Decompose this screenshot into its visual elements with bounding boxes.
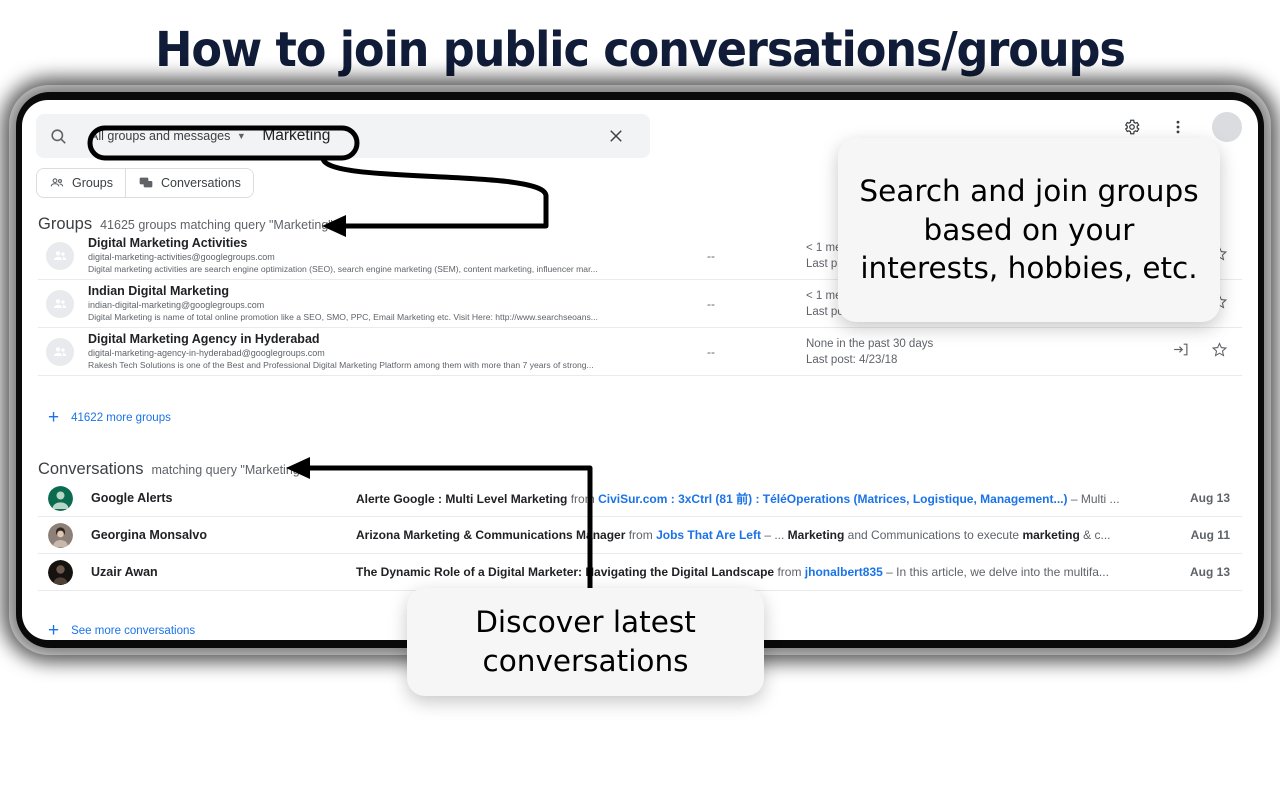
group-row-actions: [1134, 341, 1242, 363]
page-title: How to join public conversations/groups: [155, 22, 1126, 78]
star-outline-icon[interactable]: [1211, 341, 1228, 363]
conversations-section-header: Conversations matching query "Marketing": [38, 460, 304, 479]
group-member-count: --: [707, 248, 715, 263]
conversations-section-title: Conversations: [38, 460, 144, 478]
conversation-source-link[interactable]: CiviSur.com : 3xCtrl (81 前) : TéléOperat…: [598, 492, 1067, 506]
plus-icon: +: [48, 407, 60, 428]
search-bar[interactable]: All groups and messages ▼ Marketing: [36, 114, 650, 158]
conversation-from-word: from: [570, 491, 595, 506]
filter-pill-group: Groups Conversations: [36, 168, 254, 198]
avatar: [48, 522, 73, 548]
group-activity: None in the past 30 days Last post: 4/23…: [806, 336, 1134, 368]
conversation-from-word: from: [628, 528, 653, 542]
group-name: Digital Marketing Agency in Hyderabad: [88, 332, 320, 346]
conversation-preview: – ... Marketing and Communications to ex…: [764, 528, 1111, 542]
group-name: Digital Marketing Activities: [88, 236, 248, 250]
conversation-from-word: from: [777, 565, 802, 579]
search-scope-dropdown[interactable]: All groups and messages ▼: [80, 122, 254, 150]
group-avatar-icon: [46, 337, 74, 366]
group-name: Indian Digital Marketing: [88, 284, 229, 298]
list-item[interactable]: Uzair Awan The Dynamic Role of a Digital…: [38, 554, 1242, 591]
chat-icon: [138, 175, 154, 191]
group-email: digital-marketing-activities@googlegroup…: [88, 252, 275, 262]
conversation-sender: Uzair Awan: [91, 565, 158, 579]
people-icon: [49, 175, 65, 191]
conversation-source-link[interactable]: jhonalbert835: [805, 565, 883, 579]
more-groups-link[interactable]: + 41622 more groups: [48, 408, 171, 427]
conversation-subject: Arizona Marketing & Communications Manag…: [356, 528, 626, 542]
more-conversations-label: See more conversations: [71, 624, 196, 637]
conversation-snippet: Arizona Marketing & Communications Manag…: [356, 528, 1168, 542]
group-description: Digital marketing activities are search …: [88, 264, 598, 274]
callout-conversations: Discover latest conversations: [407, 588, 764, 696]
avatar: [48, 485, 73, 511]
group-activity-rate: None in the past 30 days: [806, 337, 934, 350]
search-icon[interactable]: [36, 114, 80, 158]
conversation-snippet: Alerte Google : Multi Level Marketing fr…: [356, 490, 1168, 507]
filter-pill-groups[interactable]: Groups: [37, 169, 125, 197]
chevron-down-icon: ▼: [236, 130, 246, 141]
more-groups-label: 41622 more groups: [71, 411, 171, 424]
list-item[interactable]: Georgina Monsalvo Arizona Marketing & Co…: [38, 517, 1242, 554]
group-member-count: --: [707, 344, 715, 359]
group-info: Digital Marketing Activities digital-mar…: [88, 236, 616, 275]
clear-search-button[interactable]: [604, 124, 628, 148]
conversation-source-link[interactable]: Jobs That Are Left: [656, 528, 761, 542]
conversation-subject: Alerte Google : Multi Level Marketing: [356, 491, 568, 506]
conversation-date: Aug 13: [1189, 565, 1230, 579]
conversation-sender: Georgina Monsalvo: [91, 528, 207, 542]
plus-icon: +: [48, 620, 60, 640]
search-input[interactable]: Marketing: [262, 127, 330, 145]
search-scope-label: All groups and messages: [90, 129, 231, 143]
conversation-subject: The Dynamic Role of a Digital Marketer: …: [356, 565, 775, 579]
group-member-count: --: [707, 296, 715, 311]
conversation-sender: Google Alerts: [91, 491, 173, 505]
callout-groups: Search and join groups based on your int…: [838, 138, 1220, 322]
group-info: Digital Marketing Agency in Hyderabad di…: [88, 332, 616, 371]
table-row[interactable]: Digital Marketing Agency in Hyderabad di…: [38, 328, 1242, 376]
conversation-date: Aug 13: [1189, 491, 1230, 505]
conversation-snippet: The Dynamic Role of a Digital Marketer: …: [356, 565, 1168, 579]
conversations-list: Google Alerts Alerte Google : Multi Leve…: [38, 480, 1242, 591]
more-vert-icon[interactable]: [1166, 115, 1190, 139]
avatar: [48, 559, 73, 585]
list-item[interactable]: Google Alerts Alerte Google : Multi Leve…: [38, 480, 1242, 517]
group-description: Digital Marketing is name of total onlin…: [88, 312, 598, 322]
filter-pill-conversations[interactable]: Conversations: [125, 169, 253, 197]
join-group-icon[interactable]: [1172, 341, 1189, 363]
gear-icon[interactable]: [1120, 115, 1144, 139]
group-last-post: Last post: 4/23/18: [806, 353, 898, 366]
conversations-section-subtitle: matching query "Marketing": [151, 463, 305, 477]
group-email: indian-digital-marketing@googlegroups.co…: [88, 300, 265, 310]
conversation-preview: – Multi ...: [1070, 491, 1120, 506]
group-avatar-icon: [46, 289, 74, 318]
group-description: Rakesh Tech Solutions is one of the Best…: [88, 360, 594, 370]
filter-pill-groups-label: Groups: [72, 176, 113, 190]
account-avatar[interactable]: [1212, 112, 1242, 142]
more-conversations-link[interactable]: + See more conversations: [48, 621, 195, 640]
groups-section-subtitle: 41625 groups matching query "Marketing": [100, 218, 333, 232]
group-avatar-icon: [46, 241, 74, 270]
group-email: digital-marketing-agency-in-hyderabad@go…: [88, 348, 325, 358]
filter-pill-conversations-label: Conversations: [161, 176, 241, 190]
screenshot-stage: How to join public conversations/groups …: [0, 0, 1280, 796]
group-info: Indian Digital Marketing indian-digital-…: [88, 284, 616, 323]
conversation-preview: – In this article, we delve into the mul…: [886, 565, 1109, 579]
conversation-date: Aug 11: [1190, 528, 1230, 542]
